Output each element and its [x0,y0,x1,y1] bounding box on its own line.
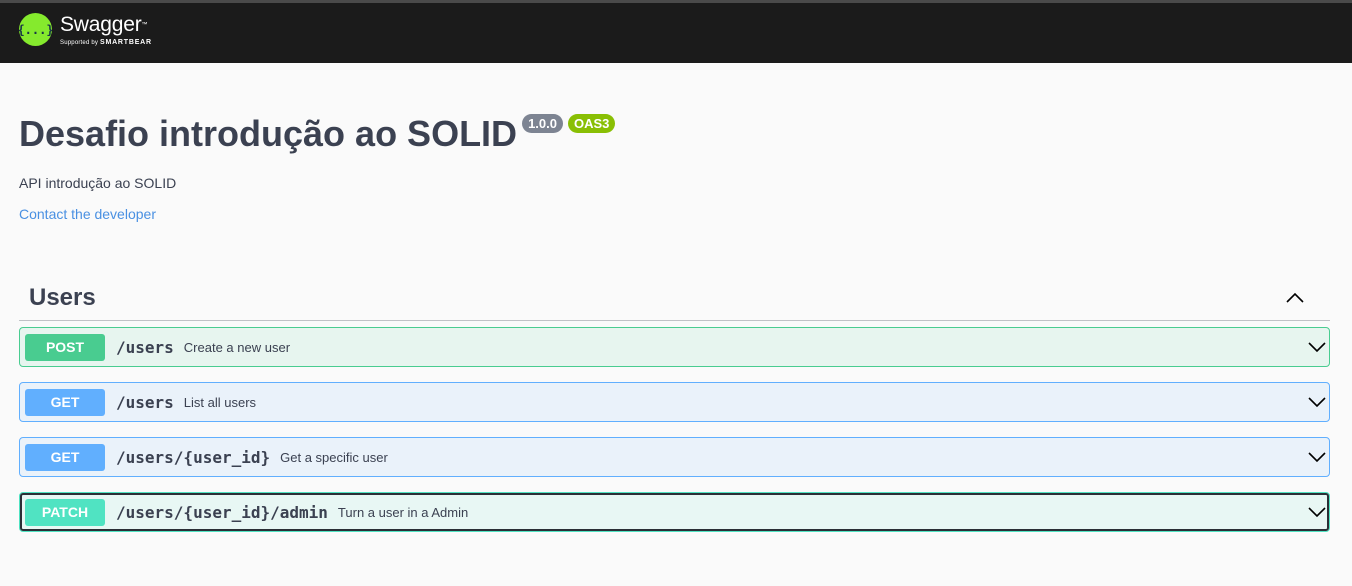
logo-icon-text: {...} [19,23,52,37]
op-summary[interactable]: GET /users List all users [20,383,1329,421]
operation-get-user-by-id[interactable]: GET /users/{user_id} Get a specific user [19,437,1330,477]
tag-header-users[interactable]: Users [19,275,1330,321]
api-info: Desafio introdução ao SOLID 1.0.0 OAS3 A… [19,110,1329,224]
swagger-logo[interactable]: {...} Swagger™ Supported by SMARTBEAR [19,13,152,47]
method-badge: GET [25,388,105,416]
chevron-down-icon[interactable] [1307,447,1327,467]
operation-post-users[interactable]: POST /users Create a new user [19,327,1330,367]
op-description: Turn a user in a Admin [337,504,469,520]
method-badge: PATCH [25,498,105,526]
op-summary[interactable]: POST /users Create a new user [20,328,1329,366]
tag-name: Users [29,283,96,311]
logo-sub-brand: SMARTBEAR [99,39,152,46]
logo-sub-prefix: Supported by [60,40,99,46]
op-summary[interactable]: GET /users/{user_id} Get a specific user [20,438,1329,476]
oas-badge: OAS3 [567,114,616,133]
op-path: /users [116,337,174,357]
method-badge: POST [25,333,105,361]
chevron-down-icon[interactable] [1307,502,1327,522]
tag-section-users: Users POST /users Create a new user GET … [19,275,1330,532]
topbar: {...} Swagger™ Supported by SMARTBEAR [0,0,1352,63]
op-path: /users [116,392,174,412]
op-path: /users/{user_id}/admin [116,502,328,522]
op-summary[interactable]: PATCH /users/{user_id}/admin Turn a user… [20,493,1329,531]
chevron-down-icon[interactable] [1307,392,1327,412]
logo-text: Swagger™ Supported by SMARTBEAR [60,13,152,47]
logo-subtitle: Supported by SMARTBEAR [60,39,152,47]
operation-patch-user-admin[interactable]: PATCH /users/{user_id}/admin Turn a user… [19,492,1330,532]
contact-developer-link[interactable]: Contact the developer [19,205,156,223]
api-description: API introdução ao SOLID [19,175,177,191]
chevron-down-icon[interactable] [1307,337,1327,357]
op-description: List all users [183,394,257,410]
swagger-logo-icon: {...} [19,13,52,46]
op-description: Get a specific user [280,449,388,465]
logo-name-text: Swagger [60,13,142,36]
logo-tm: ™ [141,22,148,28]
operation-get-users[interactable]: GET /users List all users [19,382,1330,422]
page-title: Desafio introdução ao SOLID [19,113,518,154]
logo-name: Swagger™ [60,13,152,37]
title-row: Desafio introdução ao SOLID 1.0.0 OAS3 [19,110,1329,158]
op-description: Create a new user [183,339,291,355]
method-badge: GET [25,443,105,471]
op-path: /users/{user_id} [116,447,271,467]
chevron-up-icon[interactable] [1284,287,1306,309]
version-badge: 1.0.0 [522,114,563,133]
